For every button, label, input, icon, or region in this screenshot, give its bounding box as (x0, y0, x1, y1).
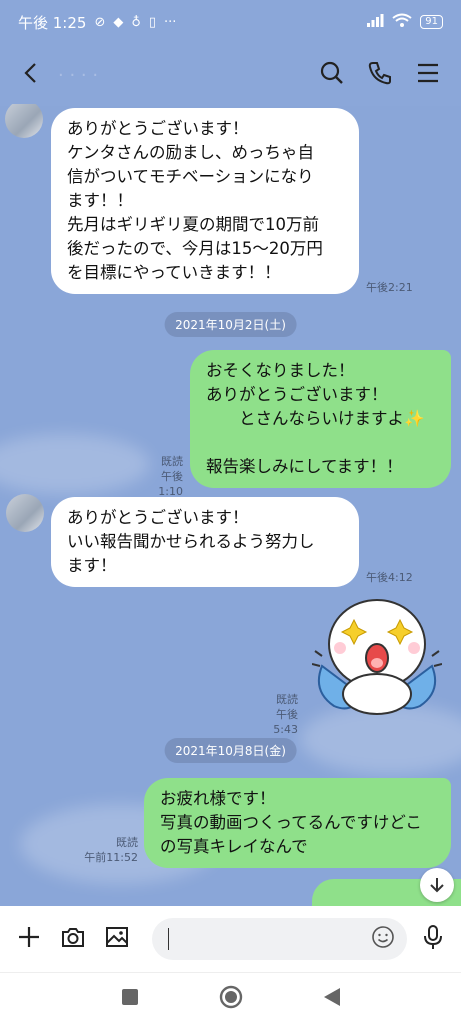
message-time: 午後2:21 (366, 281, 413, 294)
menu-icon[interactable] (415, 60, 441, 90)
message-time: 午後1:10 (158, 470, 183, 498)
search-icon[interactable] (319, 60, 345, 90)
message-read-status: 既読 午後1:10 (140, 454, 183, 499)
system-nav-bar (0, 972, 461, 1024)
input-bar (0, 906, 461, 972)
read-label: 既読 (161, 455, 183, 468)
back-nav-button[interactable] (323, 987, 341, 1011)
chat-area[interactable]: ありがとうございます！ ケンタさんの励まし、めっちゃ自 信がついてモチベーション… (0, 104, 461, 906)
dropbox-icon: ◆ (113, 14, 124, 30)
date-separator: 2021年10月2日(土) (164, 312, 297, 337)
status-bar: 午後 1:25 ⊘ ◆ ♁ ▯ ··· 91 (0, 0, 461, 44)
contact-name: · · · · (58, 64, 99, 86)
message-input[interactable] (169, 930, 371, 948)
wifi-icon (392, 13, 412, 32)
image-icon[interactable] (104, 924, 148, 954)
status-time: 午後 1:25 (18, 13, 87, 32)
home-button[interactable] (219, 985, 243, 1013)
message-read-status: 既読 午前11:52 (82, 835, 138, 865)
camera-icon[interactable] (60, 924, 104, 954)
message-bubble-outgoing[interactable]: おそくなりました！ ありがとうございます！ とさんならいけますよ✨ 報告楽しみに… (190, 350, 451, 488)
message-time: 午前11:52 (84, 851, 138, 864)
call-icon[interactable] (367, 60, 393, 90)
arrow-down-icon (430, 878, 444, 893)
signal-icon (366, 13, 384, 31)
message-time: 午後5:43 (273, 708, 298, 736)
battery-indicator: 91 (420, 15, 443, 29)
phone-icon: ▯ (148, 14, 157, 30)
notification-icon: ♁ (131, 14, 141, 30)
read-label: 既読 (116, 836, 138, 849)
avatar[interactable] (5, 104, 43, 138)
message-bubble-incoming[interactable]: ありがとうございます！ ケンタさんの励まし、めっちゃ自 信がついてモチベーション… (51, 108, 359, 294)
message-time: 午後4:12 (366, 571, 413, 584)
muted-icon: ⊘ (94, 14, 106, 30)
back-icon[interactable] (20, 61, 44, 89)
message-bubble-outgoing[interactable]: お疲れ様です！ 写真の動画つくってるんですけどこ の写真キレイなんで (144, 778, 451, 868)
read-label: 既読 (276, 693, 298, 706)
more-dots-icon: ··· (164, 14, 177, 30)
avatar[interactable] (6, 494, 44, 532)
message-input-field[interactable] (152, 918, 407, 960)
recent-apps-button[interactable] (121, 988, 139, 1010)
microphone-icon[interactable] (421, 924, 445, 954)
message-bubble-incoming[interactable]: ありがとうございます！ いい報告聞かせられるよう努力し ます！ (51, 497, 359, 587)
sticker-image[interactable] (311, 596, 443, 716)
emoji-icon[interactable] (371, 925, 395, 953)
chat-header: · · · · (0, 44, 461, 106)
plus-icon[interactable] (16, 924, 60, 954)
message-read-status: 既読 午後5:43 (252, 692, 298, 737)
scroll-to-bottom-button[interactable] (420, 868, 454, 902)
date-separator: 2021年10月8日(金) (164, 738, 297, 763)
